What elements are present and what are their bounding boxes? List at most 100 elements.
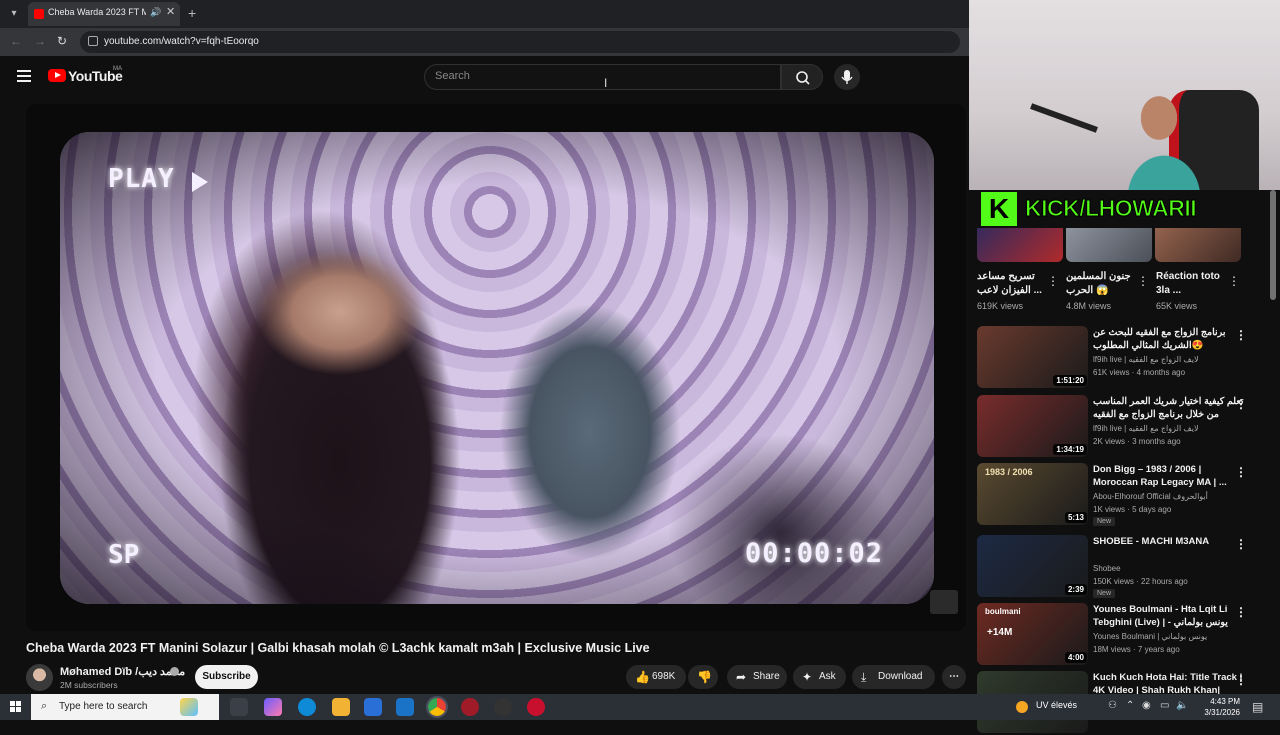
windows-start-icon[interactable]	[10, 701, 22, 713]
duration-badge: 1:51:20	[1053, 375, 1087, 386]
file-explorer-icon[interactable]	[332, 698, 350, 716]
tray-app-icon[interactable]: ◉	[1142, 700, 1151, 711]
reload-icon[interactable]: ↻	[57, 34, 67, 48]
tray-people-icon[interactable]: ⚇	[1108, 700, 1117, 711]
duration-badge: 2:39	[1064, 584, 1087, 595]
download-icon: ⤓	[861, 670, 867, 684]
chrome-icon[interactable]	[426, 696, 448, 718]
windows-taskbar: ⌕ Type here to search UV élevés ⚇ ⌃ ◉ ▭ …	[0, 694, 1280, 720]
channel-name[interactable]: Shobee	[1093, 564, 1121, 573]
share-label: Share	[753, 671, 780, 682]
download-button[interactable]: ⤓ Download	[852, 665, 935, 689]
kebab-menu-icon[interactable]: ⋮	[1235, 465, 1247, 479]
taskbar-search-placeholder: Type here to search	[59, 701, 148, 712]
video-meta: 150K views · 22 hours ago	[1093, 577, 1188, 586]
thumbnail-text: +14M	[987, 627, 1013, 638]
tab-search-icon[interactable]: ▾	[6, 6, 22, 22]
voice-search-button[interactable]	[834, 64, 860, 90]
kebab-menu-icon[interactable]: ⋮	[1235, 605, 1247, 619]
channel-name[interactable]: Younes Boulmani | يونس بولماني	[1093, 632, 1207, 641]
sidebar-scrollbar[interactable]	[1270, 190, 1276, 300]
download-label: Download	[878, 671, 923, 682]
forward-arrow-icon[interactable]: →	[34, 34, 46, 48]
video-title[interactable]: برنامج الزواج مع الفقيه للبحث عن الشريك …	[1093, 326, 1245, 352]
address-bar[interactable]: youtube.com/watch?v=fqh-tEoorqo	[80, 31, 960, 53]
speaker-icon[interactable]: 🔊	[150, 7, 161, 18]
microphone-arm	[1030, 103, 1098, 133]
notifications-icon[interactable]: ▤	[1252, 700, 1263, 714]
browser-tab-strip: ▾ Cheba Warda 2023 FT Mani 🔊 ✕ +	[0, 0, 969, 28]
channel-avatar[interactable]	[26, 664, 53, 691]
recommended-video[interactable]: boulmani +14M 4:00 Younes Boulmani - Hta Lq…	[977, 603, 1267, 667]
video-meta: 1K views · 5 days ago	[1093, 505, 1172, 514]
kebab-menu-icon[interactable]: ⋮	[1235, 537, 1247, 551]
site-info-icon[interactable]	[88, 36, 98, 46]
vhs-play-icon	[192, 172, 208, 192]
kebab-menu-icon[interactable]: ⋮	[1235, 673, 1247, 687]
channel-name[interactable]: lf9ih live | لايف الزواج مع الفقيه	[1093, 355, 1199, 364]
new-tab-icon[interactable]: +	[188, 5, 196, 21]
dislike-button[interactable]: 👎	[688, 665, 718, 689]
short-title[interactable]: تسريح مساعد الفيزان لاعب ...	[977, 270, 1051, 298]
search-highlight-icon[interactable]	[180, 698, 198, 716]
video-title[interactable]: Don Bigg – 1983 / 2006 | Moroccan Rap Le…	[1093, 463, 1245, 489]
search-input[interactable]	[435, 70, 765, 82]
video-frame: PLAY SP 00:00:02	[60, 132, 934, 604]
channel-watermark[interactable]	[930, 590, 958, 614]
edge-icon[interactable]	[298, 698, 316, 716]
kebab-menu-icon[interactable]: ⋮	[1137, 274, 1149, 288]
clock-time: 4:43 PM	[1210, 697, 1240, 706]
like-button[interactable]: 👍 698K	[626, 665, 686, 689]
recommended-video[interactable]: 1:51:20 برنامج الزواج مع الفقيه للبحث عن …	[977, 326, 1267, 390]
share-arrow-icon: ➦	[736, 670, 747, 684]
task-view-icon[interactable]	[230, 698, 248, 716]
tray-arrow-icon[interactable]: ⌃	[1126, 700, 1134, 711]
video-title[interactable]: تعلم كيفية اختيار شريك العمر المناسب من …	[1093, 395, 1245, 421]
hamburger-menu-icon[interactable]	[17, 70, 31, 82]
close-tab-icon[interactable]: ✕	[166, 5, 175, 18]
youtube-logo-icon[interactable]	[48, 69, 66, 82]
streamer	[1109, 78, 1219, 190]
video-player[interactable]: PLAY SP 00:00:02	[26, 104, 966, 631]
channel-name[interactable]: Møhamed Dïb /محمد ديب	[60, 665, 185, 678]
region-code: MA	[113, 66, 122, 72]
recommended-video[interactable]: 2:39 SHOBEE - MACHI M3ANA Shobee 150K views…	[977, 535, 1267, 599]
app-icon[interactable]	[527, 698, 545, 716]
channel-name[interactable]: lf9ih live | لايف الزواج مع الفقيه	[1093, 424, 1199, 433]
browser-toolbar: ← → ↻ youtube.com/watch?v=fqh-tEoorqo	[0, 28, 969, 56]
short-title[interactable]: Réaction toto 3la ...	[1156, 270, 1230, 298]
recommended-video[interactable]: 1:34:19 تعلم كيفية اختيار شريك العمر المن…	[977, 395, 1267, 459]
share-button[interactable]: ➦ Share	[727, 665, 787, 689]
system-clock[interactable]: 4:43 PM 3/31/2026	[1196, 696, 1240, 718]
search-icon	[796, 71, 810, 85]
short-views: 65K views	[1156, 301, 1198, 311]
kebab-menu-icon[interactable]: ⋮	[1235, 328, 1247, 342]
webcam-overlay	[969, 0, 1280, 190]
browser-tab[interactable]: Cheba Warda 2023 FT Mani 🔊 ✕	[28, 2, 180, 26]
thumbnail-text: 1983 / 2006	[985, 467, 1033, 477]
short-title[interactable]: جنون المسلمين الحرب 😱	[1066, 270, 1140, 298]
copilot-icon[interactable]	[264, 698, 282, 716]
video-title[interactable]: SHOBEE - MACHI M3ANA	[1093, 535, 1245, 548]
store-icon[interactable]	[364, 698, 382, 716]
recommended-video[interactable]: 1983 / 2006 5:13 Don Bigg – 1983 / 2006 | …	[977, 463, 1267, 527]
more-actions-icon[interactable]: ⋯	[942, 665, 966, 689]
subscribe-button[interactable]: Subscribe	[195, 665, 258, 689]
channel-name[interactable]: Abou-Elhorouf Official أبوالحروف	[1093, 492, 1208, 501]
outlook-icon[interactable]	[396, 698, 414, 716]
kebab-menu-icon[interactable]: ⋮	[1047, 274, 1059, 288]
search-button[interactable]	[781, 64, 823, 90]
search-box[interactable]	[424, 64, 781, 90]
weather-text[interactable]: UV élevés	[1036, 700, 1077, 710]
speaker-icon[interactable]: 🔈	[1176, 700, 1188, 711]
tab-title: Cheba Warda 2023 FT Mani	[48, 7, 146, 17]
ask-button[interactable]: ✦ Ask	[793, 665, 846, 689]
battery-icon[interactable]: ▭	[1160, 700, 1169, 711]
video-title[interactable]: Younes Boulmani - Hta Lqit Li Tebghini (…	[1093, 603, 1245, 629]
search-icon: ⌕	[41, 700, 48, 712]
app-icon[interactable]	[461, 698, 479, 716]
kebab-menu-icon[interactable]: ⋮	[1228, 274, 1240, 288]
kebab-menu-icon[interactable]: ⋮	[1235, 397, 1247, 411]
back-arrow-icon[interactable]: ←	[10, 34, 22, 48]
4k-app-icon[interactable]	[494, 698, 512, 716]
